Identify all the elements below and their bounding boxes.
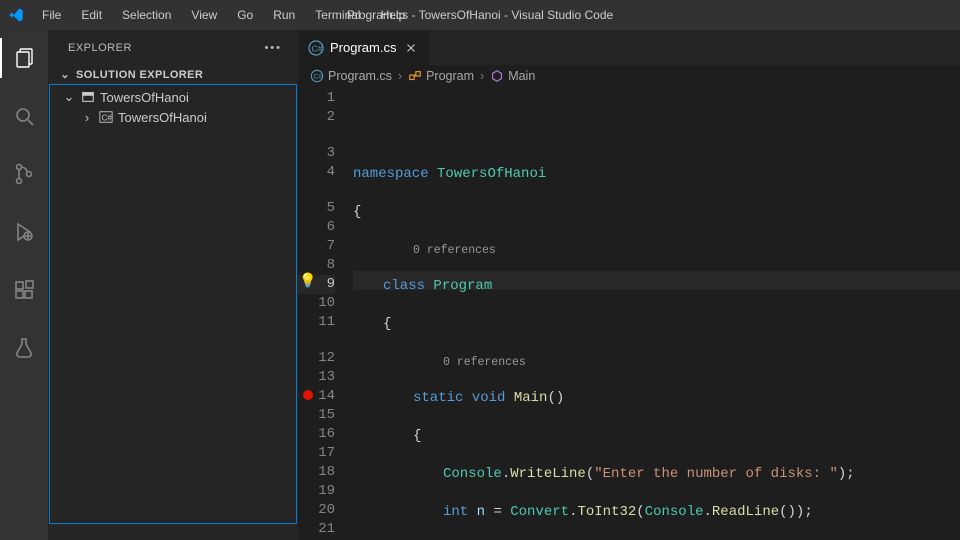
chevron-right-icon: › bbox=[398, 69, 402, 83]
code-content[interactable]: namespace TowersOfHanoi { 0 references c… bbox=[353, 87, 960, 540]
more-icon[interactable]: ••• bbox=[264, 42, 282, 54]
code-editor[interactable]: 💡 1 2 3 4 5 6 7 8 9 10 11 12 bbox=[298, 87, 960, 540]
run-debug-icon[interactable] bbox=[0, 212, 48, 252]
menu-go[interactable]: Go bbox=[229, 4, 261, 26]
breadcrumb-file[interactable]: C# Program.cs bbox=[310, 69, 392, 83]
menu-file[interactable]: File bbox=[34, 4, 69, 26]
csharp-file-icon: C# bbox=[308, 40, 324, 56]
breadcrumb-method[interactable]: Main bbox=[490, 69, 535, 83]
solution-tree: ⌄ TowersOfHanoi › C# TowersOfHanoi bbox=[49, 84, 297, 524]
tree-solution-node[interactable]: ⌄ TowersOfHanoi bbox=[50, 87, 296, 107]
csharp-project-icon: C# bbox=[98, 109, 114, 125]
chevron-right-icon: › bbox=[480, 69, 484, 83]
sidebar: EXPLORER ••• ⌄ SOLUTION EXPLORER ⌄ Tower… bbox=[48, 30, 298, 540]
search-icon[interactable] bbox=[0, 96, 48, 136]
lightbulb-icon[interactable]: 💡 bbox=[299, 273, 316, 292]
menu-selection[interactable]: Selection bbox=[114, 4, 179, 26]
editor-tabs: C# Program.cs bbox=[298, 30, 960, 65]
extensions-icon[interactable] bbox=[0, 270, 48, 310]
tree-project-node[interactable]: › C# TowersOfHanoi bbox=[50, 107, 296, 127]
vscode-logo-icon bbox=[8, 7, 24, 23]
explorer-icon[interactable] bbox=[0, 38, 48, 78]
sidebar-header: EXPLORER ••• bbox=[48, 30, 298, 65]
svg-text:C#: C# bbox=[312, 43, 323, 53]
svg-text:C#: C# bbox=[102, 114, 113, 123]
breadcrumbs[interactable]: C# Program.cs › Program › Main bbox=[298, 65, 960, 87]
menu-run[interactable]: Run bbox=[265, 4, 303, 26]
solution-icon bbox=[80, 89, 96, 105]
svg-text:C#: C# bbox=[314, 74, 323, 81]
gutter[interactable]: 💡 1 2 3 4 5 6 7 8 9 10 11 12 bbox=[298, 87, 353, 540]
sidebar-section-solution[interactable]: ⌄ SOLUTION EXPLORER bbox=[48, 65, 298, 84]
breadcrumb-class[interactable]: Program bbox=[408, 69, 474, 83]
activity-bar bbox=[0, 30, 48, 540]
menu-edit[interactable]: Edit bbox=[73, 4, 110, 26]
window-title: Program.cs - TowersOfHanoi - Visual Stud… bbox=[347, 8, 613, 22]
editor: C# Program.cs C# Program.cs › Program › bbox=[298, 30, 960, 540]
menu-view[interactable]: View bbox=[183, 4, 225, 26]
sidebar-title: EXPLORER bbox=[68, 42, 132, 54]
title-bar: File Edit Selection View Go Run Terminal… bbox=[0, 0, 960, 30]
chevron-down-icon: ⌄ bbox=[58, 68, 72, 81]
testing-icon[interactable] bbox=[0, 328, 48, 368]
source-control-icon[interactable] bbox=[0, 154, 48, 194]
close-icon[interactable] bbox=[402, 39, 420, 57]
chevron-down-icon: ⌄ bbox=[62, 89, 76, 105]
breakpoint-icon[interactable] bbox=[303, 390, 313, 400]
chevron-right-icon: › bbox=[80, 110, 94, 125]
tab-program-cs[interactable]: C# Program.cs bbox=[298, 30, 431, 65]
